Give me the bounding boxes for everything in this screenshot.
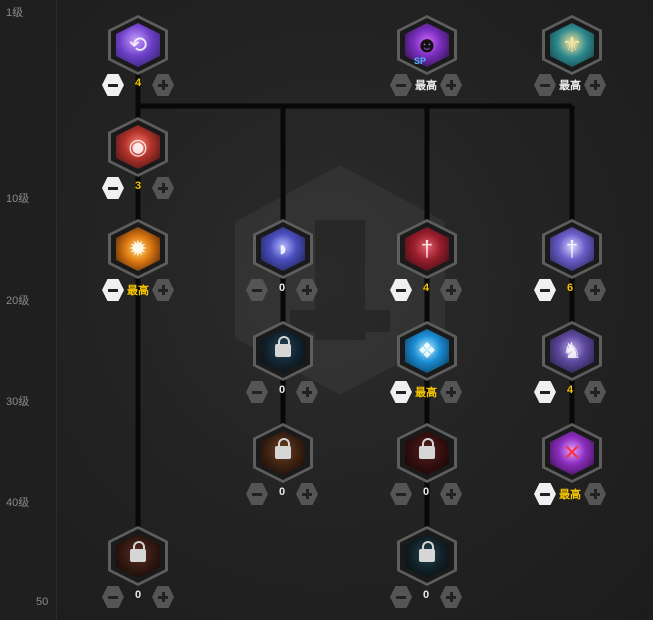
decrease-level-button[interactable] xyxy=(102,74,124,96)
skill-node-ice-crystal[interactable]: ❖ xyxy=(397,321,457,381)
decrease-level-button[interactable] xyxy=(390,279,412,301)
decrease-level-button[interactable] xyxy=(390,586,412,608)
increase-level-button[interactable] xyxy=(440,381,462,403)
skill-level-value: 0 xyxy=(134,589,142,601)
skill-level-control: 最高 xyxy=(390,381,462,403)
lock-icon xyxy=(275,438,291,459)
skill-level-value: 0 xyxy=(278,282,286,294)
skill-level-value: 4 xyxy=(566,384,574,396)
skill-level-value: 4 xyxy=(134,77,142,89)
decrease-level-button[interactable] xyxy=(390,381,412,403)
decrease-level-button[interactable] xyxy=(534,381,556,403)
lock-icon xyxy=(419,541,435,562)
skill-level-control: 最高 xyxy=(534,483,606,505)
skill-node-violet-slash[interactable]: ◗ xyxy=(253,219,313,279)
decrease-level-button[interactable] xyxy=(534,279,556,301)
increase-level-button[interactable] xyxy=(584,381,606,403)
skill-node-golden-emblem[interactable]: ⚜ xyxy=(542,15,602,75)
increase-level-button[interactable] xyxy=(584,483,606,505)
skill-level-value: 0 xyxy=(278,486,286,498)
skill-level-control: 4 xyxy=(102,74,174,96)
increase-level-button[interactable] xyxy=(152,74,174,96)
decrease-level-button[interactable] xyxy=(102,177,124,199)
increase-level-button[interactable] xyxy=(584,279,606,301)
increase-level-button[interactable] xyxy=(152,586,174,608)
lock-icon xyxy=(275,336,291,357)
decrease-level-button[interactable] xyxy=(246,483,268,505)
skill-level-value: 最高 xyxy=(415,387,437,399)
skill-node-sword-of-light[interactable]: † xyxy=(542,219,602,279)
skill-level-value: 最高 xyxy=(559,80,581,92)
decrease-level-button[interactable] xyxy=(246,381,268,403)
skill-level-control: 0 xyxy=(390,483,462,505)
increase-level-button[interactable] xyxy=(440,74,462,96)
skill-node-purple-swirl[interactable]: ⟲ xyxy=(108,15,168,75)
skill-level-value: 4 xyxy=(422,282,430,294)
skill-node-locked[interactable] xyxy=(253,321,313,381)
skill-tree-panel: 1级 10级 20级 30级 40级 50 ⟲ 4 ☻ SP 最高 ⚜ 最高 ◉… xyxy=(0,0,653,620)
decrease-level-button[interactable] xyxy=(102,279,124,301)
increase-level-button[interactable] xyxy=(440,279,462,301)
decrease-level-button[interactable] xyxy=(390,483,412,505)
skill-node-fire-burst[interactable]: ✹ xyxy=(108,219,168,279)
skill-node-locked[interactable] xyxy=(397,526,457,586)
skill-level-control: 0 xyxy=(390,586,462,608)
skill-level-control: 最高 xyxy=(390,74,462,96)
increase-level-button[interactable] xyxy=(152,177,174,199)
skill-level-value: 6 xyxy=(566,282,574,294)
increase-level-button[interactable] xyxy=(296,483,318,505)
skill-level-control: 0 xyxy=(102,586,174,608)
skill-level-control: 4 xyxy=(390,279,462,301)
increase-level-button[interactable] xyxy=(152,279,174,301)
skill-level-value: 0 xyxy=(278,384,286,396)
decrease-level-button[interactable] xyxy=(246,279,268,301)
skill-level-value: 0 xyxy=(422,486,430,498)
skill-level-value: 3 xyxy=(134,180,142,192)
skill-node-red-orb[interactable]: ◉ xyxy=(108,117,168,177)
lock-icon xyxy=(419,438,435,459)
skill-level-value: 最高 xyxy=(559,489,581,501)
increase-level-button[interactable] xyxy=(584,74,606,96)
skill-level-control: 3 xyxy=(102,177,174,199)
skill-node-dark-sp[interactable]: ☻ SP xyxy=(397,15,457,75)
increase-level-button[interactable] xyxy=(296,279,318,301)
skill-level-control: 最高 xyxy=(534,74,606,96)
skill-level-control: 4 xyxy=(534,381,606,403)
decrease-level-button[interactable] xyxy=(534,483,556,505)
increase-level-button[interactable] xyxy=(440,483,462,505)
skill-level-control: 最高 xyxy=(102,279,174,301)
sp-badge: SP xyxy=(414,56,427,66)
decrease-level-button[interactable] xyxy=(534,74,556,96)
skill-node-armored-warrior[interactable]: ♞ xyxy=(542,321,602,381)
skill-level-value: 最高 xyxy=(415,80,437,92)
increase-level-button[interactable] xyxy=(296,381,318,403)
skill-level-value: 最高 xyxy=(127,285,149,297)
skill-level-control: 0 xyxy=(246,483,318,505)
skill-node-locked[interactable] xyxy=(397,423,457,483)
skill-node-crossed-star[interactable]: ✕ xyxy=(542,423,602,483)
skill-node-locked[interactable] xyxy=(108,526,168,586)
skill-level-control: 0 xyxy=(246,381,318,403)
skill-node-locked[interactable] xyxy=(253,423,313,483)
skill-node-crimson-sword[interactable]: † xyxy=(397,219,457,279)
decrease-level-button[interactable] xyxy=(102,586,124,608)
skill-level-control: 0 xyxy=(246,279,318,301)
decrease-level-button[interactable] xyxy=(390,74,412,96)
skill-level-control: 6 xyxy=(534,279,606,301)
increase-level-button[interactable] xyxy=(440,586,462,608)
skill-level-value: 0 xyxy=(422,589,430,601)
lock-icon xyxy=(130,541,146,562)
